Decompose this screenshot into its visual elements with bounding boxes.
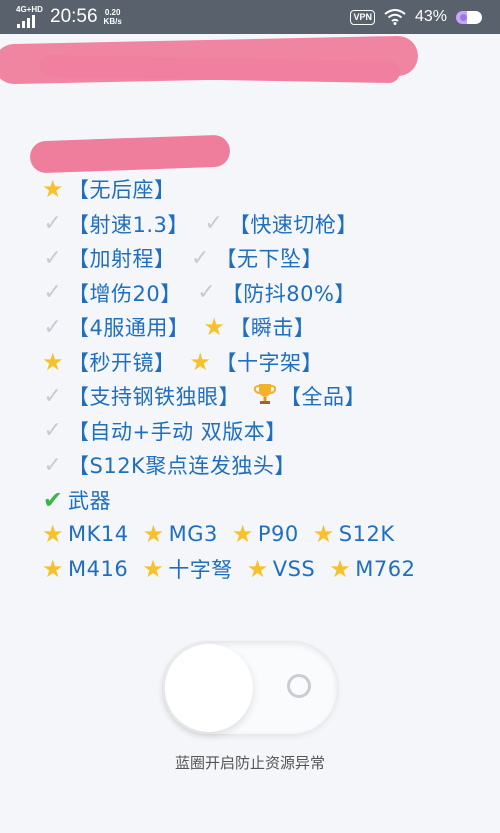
feature-line: ✓ 【增伤20】 ✓ 【防抖80%】 <box>38 276 498 311</box>
feature-line: ✓ 【射速1.3】 ✓ 【快速切枪】 <box>38 207 498 242</box>
checkmark-green-icon: ✔ <box>42 485 64 514</box>
checkmark-icon: ✓ <box>43 211 63 237</box>
star-icon: ★ <box>41 347 64 376</box>
star-icon: ★ <box>189 347 212 376</box>
feature-line: ✓ 【4服通用】 ★ 【瞬击】 <box>38 310 498 345</box>
star-icon: ★ <box>41 520 64 549</box>
feature-line: ✓ 【加射程】 ✓ 【无下坠】 <box>38 241 498 276</box>
feature-label: VSS <box>272 556 316 581</box>
feature-label: MK14 <box>68 522 129 547</box>
feature-label: 【无下坠】 <box>215 247 323 272</box>
feature-label: 【自动+手动 双版本】 <box>68 419 287 444</box>
feature-label: 【加射程】 <box>68 247 176 272</box>
feature-label: 【S12K聚点连发独头】 <box>68 454 296 479</box>
star-icon: ★ <box>329 554 352 583</box>
network-speed: 0.20 KB/s <box>103 8 122 26</box>
feature-label: 【十字架】 <box>215 350 323 375</box>
feature-label: 【射速1.3】 <box>68 212 189 237</box>
feature-label: 武器 <box>68 488 111 513</box>
star-icon: ★ <box>312 520 335 549</box>
feature-line: ★ MK14 ★ MG3 ★ P90 ★ S12K <box>38 517 498 552</box>
star-icon: ★ <box>142 554 165 583</box>
feature-label: 【无后座】 <box>68 178 176 203</box>
feature-label: 【秒开镜】 <box>68 350 176 375</box>
toggle-ring-icon <box>287 674 311 698</box>
checkmark-icon: ✓ <box>191 245 210 271</box>
feature-line: ★ 【秒开镜】 ★ 【十字架】 <box>38 345 498 380</box>
feature-label: M762 <box>355 556 416 581</box>
feature-label: S12K <box>338 522 395 547</box>
feature-label: 【4服通用】 <box>68 316 190 341</box>
battery-percent: 43% <box>414 8 447 25</box>
feature-label: 【防抖80%】 <box>221 281 356 306</box>
checkmark-icon: ✓ <box>43 452 63 478</box>
feature-label: MG3 <box>168 522 218 547</box>
star-icon: ★ <box>41 554 64 583</box>
feature-label: 【支持钢铁独眼】 <box>68 385 240 410</box>
battery-icon <box>456 10 482 24</box>
feature-label: P90 <box>257 522 299 547</box>
feature-label: 十字弩 <box>168 557 233 582</box>
cellular-signal-icon: 4G+HD <box>16 5 44 29</box>
feature-line: ✓ 【自动+手动 双版本】 <box>38 414 498 449</box>
checkmark-icon: ✓ <box>43 280 63 306</box>
star-icon: ★ <box>231 520 254 549</box>
star-icon: ★ <box>203 313 226 342</box>
vpn-icon: VPN <box>350 9 375 25</box>
toggle-knob[interactable] <box>165 644 253 732</box>
checkmark-icon: ✓ <box>197 280 217 306</box>
wifi-icon <box>384 9 406 25</box>
feature-line: ✓ 【支持钢铁独眼】 【全品】 <box>38 379 498 414</box>
feature-line: ★ 【无后座】 <box>38 172 498 207</box>
redaction-mark <box>29 134 231 174</box>
checkmark-icon: ✓ <box>43 418 63 444</box>
feature-line: ✔ 武器 <box>38 483 498 518</box>
feature-line: ✓ 【S12K聚点连发独头】 <box>38 448 498 483</box>
checkmark-icon: ✓ <box>43 314 63 340</box>
star-icon: ★ <box>142 520 165 549</box>
feature-label: 【全品】 <box>280 385 366 410</box>
feature-line: ★ M416 ★ 十字弩 ★ VSS ★ M762 <box>38 552 498 587</box>
feature-list: ★ 【无后座】 ✓ 【射速1.3】 ✓ 【快速切枪】 ✓ 【加射程】 ✓ 【无下坠】 ✓ 【增伤20】… <box>38 172 498 586</box>
feature-toggle[interactable] <box>162 641 338 735</box>
status-bar: 4G+HD 20:56 0.20 KB/s VPN 43% <box>0 0 500 34</box>
checkmark-icon: ✓ <box>43 245 63 271</box>
star-icon: ★ <box>246 554 269 583</box>
checkmark-icon: ✓ <box>204 211 224 237</box>
clock: 20:56 <box>50 6 98 27</box>
toggle-caption: 蓝圈开启防止资源异常 <box>174 754 325 772</box>
network-type: 4G+HD <box>16 5 43 14</box>
feature-label: 【瞬击】 <box>229 316 316 341</box>
feature-label: 【快速切枪】 <box>228 212 358 237</box>
star-icon: ★ <box>41 175 64 204</box>
checkmark-icon: ✓ <box>43 383 63 409</box>
trophy-icon <box>250 381 280 412</box>
feature-label: 【增伤20】 <box>68 281 182 306</box>
feature-label: M416 <box>68 556 129 581</box>
